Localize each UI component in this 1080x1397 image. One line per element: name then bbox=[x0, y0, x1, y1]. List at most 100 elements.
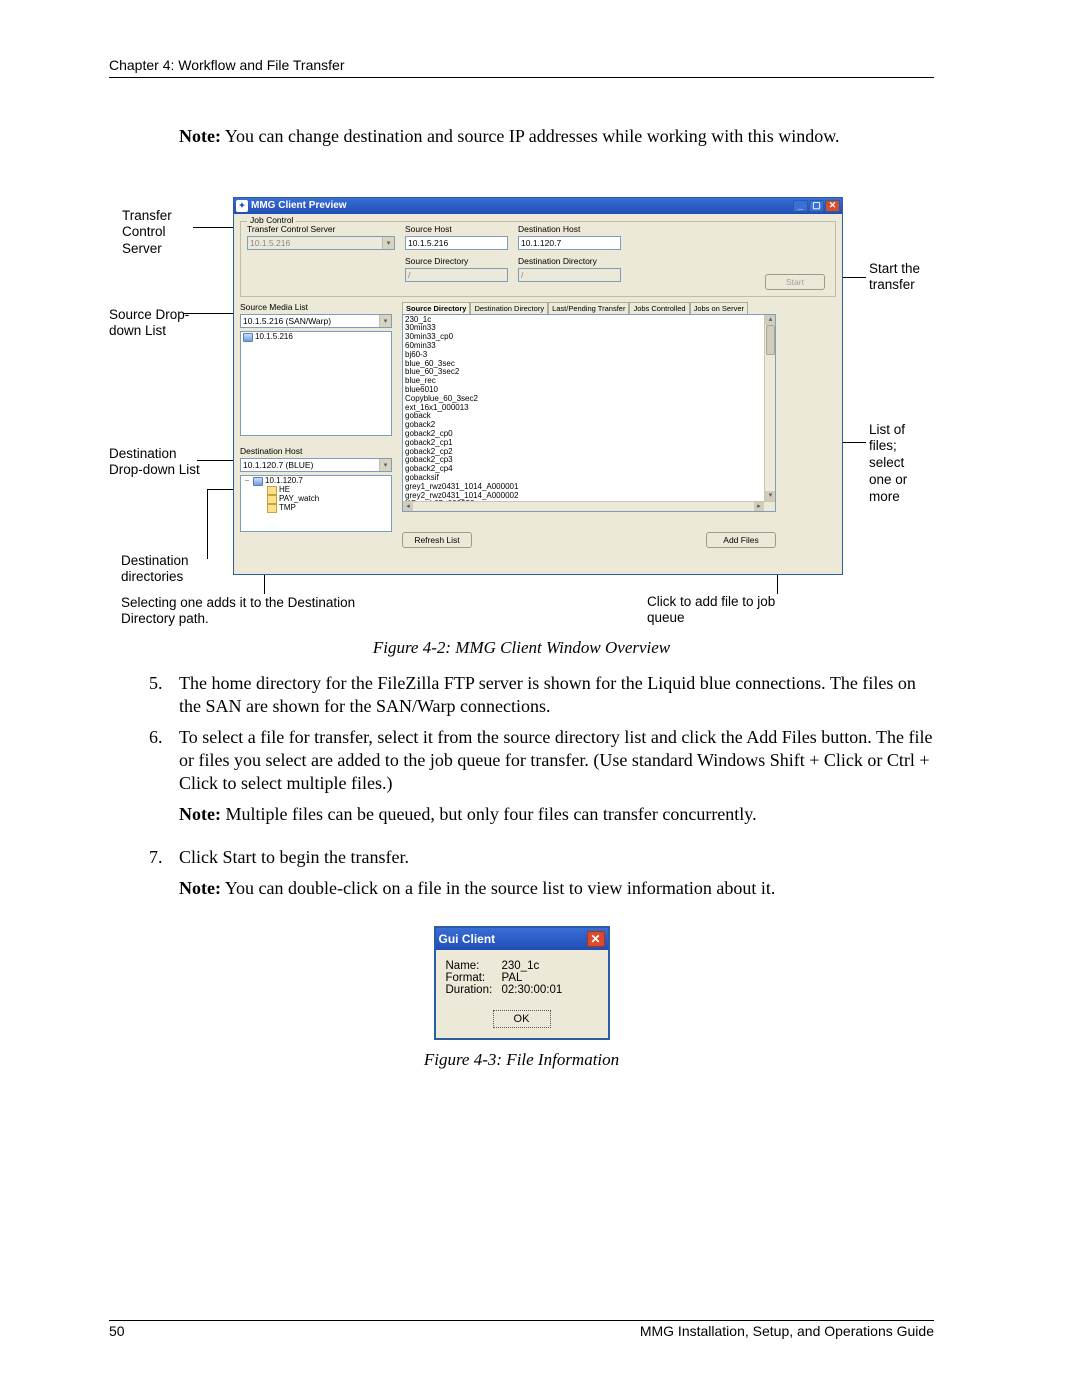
titlebar[interactable]: ✦ MMG Client Preview _ ▢ ✕ bbox=[234, 198, 842, 214]
tree-row[interactable]: − 10.1.120.7 bbox=[243, 477, 389, 486]
step-body: The home directory for the FileZilla FTP… bbox=[179, 672, 934, 718]
file-item[interactable]: goback2_cp0 bbox=[405, 430, 761, 439]
chevron-down-icon[interactable]: ▾ bbox=[379, 459, 391, 471]
tab-source-directory[interactable]: Source Directory bbox=[402, 302, 470, 314]
step-body: To select a file for transfer, select it… bbox=[179, 726, 934, 838]
figure-4-2: Transfer Control Server Source Drop-down… bbox=[109, 194, 934, 628]
file-item[interactable]: goback2_cp3 bbox=[405, 456, 761, 465]
minimize-icon[interactable]: _ bbox=[793, 200, 808, 212]
callout-list-files: List of files; select one or more bbox=[869, 422, 929, 506]
source-host-label: Source Host bbox=[405, 224, 508, 234]
callout-start-transfer: Start the transfer bbox=[869, 261, 929, 295]
step-item: 6.To select a file for transfer, select … bbox=[149, 726, 934, 838]
scroll-left-icon[interactable]: ◂ bbox=[403, 502, 413, 512]
step-item: 5.The home directory for the FileZilla F… bbox=[149, 672, 934, 718]
duration-value: 02:30:00:01 bbox=[502, 984, 563, 996]
dest-host-field[interactable]: 10.1.120.7 bbox=[518, 236, 621, 250]
steps-list: 5.The home directory for the FileZilla F… bbox=[149, 672, 934, 912]
file-item[interactable]: goback2_cp1 bbox=[405, 439, 761, 448]
computer-icon bbox=[253, 477, 263, 486]
scroll-right-icon[interactable]: ▸ bbox=[754, 502, 764, 512]
job-control-group: Job Control Transfer Control Server 10.1… bbox=[240, 221, 836, 297]
folder-icon bbox=[267, 495, 277, 504]
tab-destination-directory[interactable]: Destination Directory bbox=[470, 302, 548, 314]
page-header: Chapter 4: Workflow and File Transfer bbox=[109, 57, 345, 73]
callout-destination-dropdown: Destination Drop-down List bbox=[109, 446, 204, 480]
file-item[interactable]: 60min33 bbox=[405, 342, 761, 351]
tab-last-pending-transfer[interactable]: Last/Pending Transfer bbox=[548, 302, 629, 314]
callout-transfer-control: Transfer Control Server bbox=[122, 208, 202, 259]
gui-client-dialog: Gui Client ✕ Name:230_1c Format:PAL Dura… bbox=[434, 926, 610, 1040]
leader-line bbox=[207, 489, 208, 559]
tab-jobs-on-server[interactable]: Jobs on Server bbox=[690, 302, 748, 314]
maximize-icon[interactable]: ▢ bbox=[809, 200, 824, 212]
refresh-list-button[interactable]: Refresh List bbox=[402, 532, 472, 548]
file-item[interactable]: 230_1c bbox=[405, 316, 761, 325]
file-list[interactable]: 230_1c30min3330min33_cp060min33bj60-3 blu… bbox=[402, 314, 776, 512]
scrollbar-horizontal[interactable]: ◂ ▸ bbox=[403, 501, 775, 511]
source-host-field[interactable]: 10.1.5.216 bbox=[405, 236, 508, 250]
tab-jobs-controlled[interactable]: Jobs Controlled bbox=[629, 302, 689, 314]
folder-label: TMP bbox=[279, 504, 296, 513]
duration-label: Duration: bbox=[446, 984, 502, 996]
info-row-duration: Duration:02:30:00:01 bbox=[446, 984, 598, 996]
name-label: Name: bbox=[446, 960, 502, 972]
callout-selecting-adds: Selecting one adds it to the Destination… bbox=[121, 595, 401, 629]
tcs-combo[interactable]: 10.1.5.216 ▾ bbox=[247, 236, 395, 250]
name-value: 230_1c bbox=[502, 960, 540, 972]
dest-host-label: Destination Host bbox=[518, 224, 621, 234]
gui-client-title: Gui Client bbox=[439, 932, 496, 946]
start-button[interactable]: Start bbox=[765, 274, 825, 290]
folder-icon bbox=[267, 486, 277, 495]
gui-client-titlebar[interactable]: Gui Client ✕ bbox=[436, 928, 608, 950]
step-item: 7.Click Start to begin the transfer.Note… bbox=[149, 846, 934, 912]
info-row-format: Format:PAL bbox=[446, 972, 598, 984]
footer-title: MMG Installation, Setup, and Operations … bbox=[640, 1323, 934, 1339]
note-text: You can change destination and source IP… bbox=[221, 126, 840, 146]
tree-toggle-icon[interactable]: − bbox=[243, 477, 251, 486]
file-item[interactable]: bj60-3 bbox=[405, 351, 761, 360]
close-icon[interactable]: ✕ bbox=[825, 200, 840, 212]
chevron-down-icon[interactable]: ▾ bbox=[379, 315, 391, 327]
source-dir-field[interactable]: / bbox=[405, 268, 508, 282]
file-item[interactable]: blue_60_3sec2 bbox=[405, 368, 761, 377]
scroll-down-icon[interactable]: ▾ bbox=[765, 491, 776, 501]
tree-row[interactable]: TMP bbox=[243, 504, 389, 513]
step-number: 6. bbox=[149, 726, 179, 838]
tree-row[interactable]: 10.1.5.216 bbox=[243, 333, 389, 342]
source-dir-value: / bbox=[408, 270, 410, 280]
dest-media-value: 10.1.120.7 (BLUE) bbox=[243, 460, 313, 470]
file-item[interactable]: goback bbox=[405, 412, 761, 421]
file-item[interactable]: goback2_cp2 bbox=[405, 448, 761, 457]
file-item[interactable]: goback2 bbox=[405, 421, 761, 430]
dest-dir-value: / bbox=[521, 270, 523, 280]
dest-tree[interactable]: − 10.1.120.7 HEPAY_watchTMP bbox=[240, 475, 392, 532]
file-item[interactable]: 30min33_cp0 bbox=[405, 333, 761, 342]
scroll-up-icon[interactable]: ▴ bbox=[765, 315, 776, 325]
source-media-combo[interactable]: 10.1.5.216 (SAN/Warp) ▾ bbox=[240, 314, 392, 328]
ok-button[interactable]: OK bbox=[493, 1010, 551, 1028]
window-title: MMG Client Preview bbox=[251, 200, 347, 211]
dest-dir-label: Destination Directory bbox=[518, 256, 621, 266]
file-item[interactable]: goback2_cp4 bbox=[405, 465, 761, 474]
figure-4-2-caption: Figure 4-2: MMG Client Window Overview bbox=[109, 638, 934, 658]
info-row-name: Name:230_1c bbox=[446, 960, 598, 972]
source-media-value: 10.1.5.216 (SAN/Warp) bbox=[243, 316, 331, 326]
format-value: PAL bbox=[502, 972, 523, 984]
file-item[interactable]: ext_16x1_000013 bbox=[405, 404, 761, 413]
close-icon[interactable]: ✕ bbox=[587, 931, 605, 947]
note-label: Note: bbox=[179, 126, 221, 146]
dest-dir-field[interactable]: / bbox=[518, 268, 621, 282]
source-host-value: 10.1.5.216 bbox=[408, 238, 448, 248]
dest-media-combo[interactable]: 10.1.120.7 (BLUE) ▾ bbox=[240, 458, 392, 472]
scroll-thumb[interactable] bbox=[766, 325, 775, 355]
chevron-down-icon[interactable]: ▾ bbox=[382, 237, 394, 249]
file-item[interactable]: blue_rec bbox=[405, 377, 761, 386]
file-item[interactable]: 30min33 bbox=[405, 324, 761, 333]
tree-row[interactable]: PAY_watch bbox=[243, 495, 389, 504]
scrollbar-vertical[interactable]: ▴ ▾ bbox=[764, 315, 775, 511]
step-body: Click Start to begin the transfer.Note: … bbox=[179, 846, 934, 912]
tree-root-label: 10.1.5.216 bbox=[255, 333, 293, 342]
add-files-button[interactable]: Add Files bbox=[706, 532, 776, 548]
source-tree[interactable]: 10.1.5.216 bbox=[240, 331, 392, 436]
